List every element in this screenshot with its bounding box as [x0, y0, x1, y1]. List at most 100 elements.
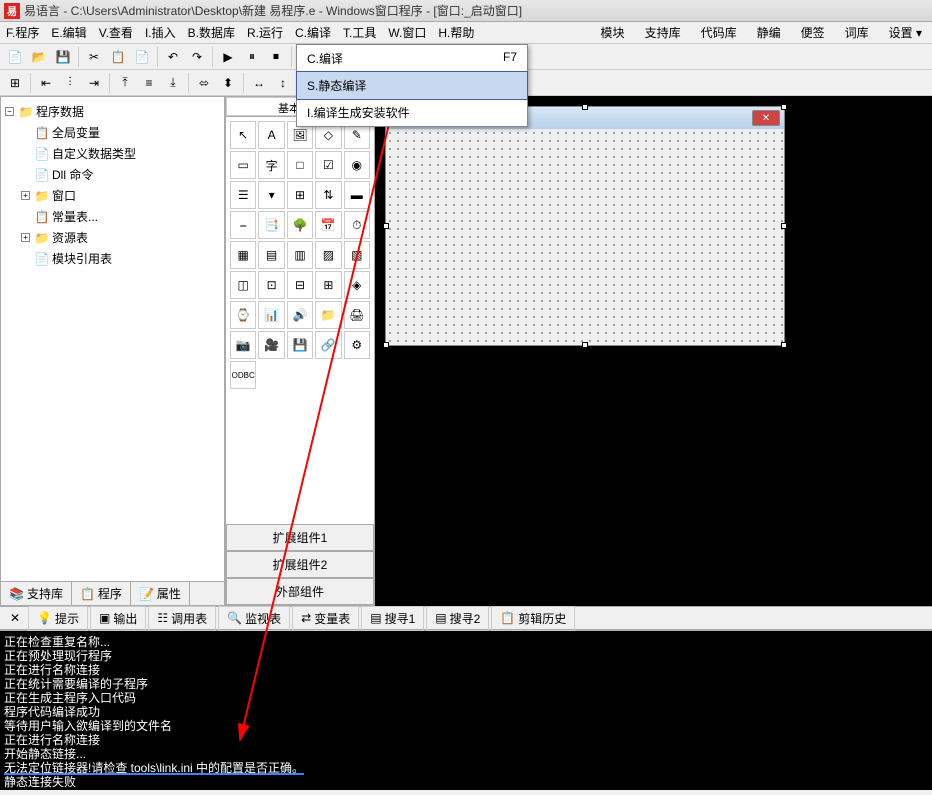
- palette-c3-icon[interactable]: ▥: [287, 241, 313, 269]
- tb-stop-icon[interactable]: ⏹: [265, 46, 287, 68]
- palette-combo-icon[interactable]: ▾: [258, 181, 284, 209]
- tb-run-icon[interactable]: ▶: [217, 46, 239, 68]
- tb-redo-icon[interactable]: ↷: [186, 46, 208, 68]
- palette-c13-icon[interactable]: 🔊: [287, 301, 313, 329]
- palette-c2-icon[interactable]: ▤: [258, 241, 284, 269]
- palette-c6-icon[interactable]: ◫: [230, 271, 256, 299]
- menu-settings[interactable]: 设置 ▾: [879, 21, 932, 44]
- menu-edit[interactable]: E.编辑: [45, 21, 92, 44]
- palette-c9-icon[interactable]: ⊞: [315, 271, 341, 299]
- palette-date-icon[interactable]: 📅: [315, 211, 341, 239]
- menu-compile[interactable]: C.编译: [289, 21, 337, 44]
- tb-open-icon[interactable]: 📂: [28, 46, 50, 68]
- menu-program[interactable]: F.程序: [0, 21, 45, 44]
- palette-radio-icon[interactable]: ◉: [344, 151, 370, 179]
- palette-odbc-icon[interactable]: ODBC: [230, 361, 256, 389]
- btab-output[interactable]: ▣输出: [90, 606, 146, 631]
- palette-pointer-icon[interactable]: ↖: [230, 121, 256, 149]
- tb-space-h-icon[interactable]: ↔: [248, 72, 270, 94]
- palette-c10-icon[interactable]: ◈: [344, 271, 370, 299]
- tb-pause-icon[interactable]: ⏸: [241, 46, 263, 68]
- btab-search1[interactable]: ▤搜寻1: [361, 606, 424, 631]
- tb-new-icon[interactable]: 📄: [4, 46, 26, 68]
- tb-align-top-icon[interactable]: ⤒: [114, 72, 136, 94]
- btab-hint[interactable]: 💡提示: [28, 606, 88, 631]
- tb-undo-icon[interactable]: ↶: [162, 46, 184, 68]
- resize-handle[interactable]: [781, 223, 787, 229]
- menu-support-lib[interactable]: 支持库: [635, 21, 691, 44]
- form-body[interactable]: [386, 129, 784, 345]
- form-close-button[interactable]: ✕: [752, 110, 780, 126]
- close-tab-icon[interactable]: ✕: [4, 608, 26, 628]
- palette-tab-icon[interactable]: 📑: [258, 211, 284, 239]
- palette-progress-icon[interactable]: ▬: [344, 181, 370, 209]
- tree-item[interactable]: 📋常量表...: [5, 206, 220, 227]
- dd-compile[interactable]: C.编译 F7: [297, 45, 527, 72]
- resize-handle[interactable]: [383, 342, 389, 348]
- tb-cut-icon[interactable]: ✂: [83, 46, 105, 68]
- menu-dictionary[interactable]: 词库: [835, 21, 879, 44]
- palette-grid1-icon[interactable]: ⊞: [287, 181, 313, 209]
- btab-calltable[interactable]: ☷调用表: [148, 606, 216, 631]
- tb-grid-icon[interactable]: ⊞: [4, 72, 26, 94]
- tb-space-v-icon[interactable]: ↕: [272, 72, 294, 94]
- tb-paste-icon[interactable]: 📄: [131, 46, 153, 68]
- palette-tab-ext1[interactable]: 扩展组件1: [226, 524, 374, 551]
- tb-size2-icon[interactable]: ⬍: [217, 72, 239, 94]
- palette-slider-icon[interactable]: ⎯: [230, 211, 256, 239]
- resize-handle[interactable]: [781, 342, 787, 348]
- palette-c4-icon[interactable]: ▨: [315, 241, 341, 269]
- resize-handle[interactable]: [582, 104, 588, 110]
- menu-window[interactable]: W.窗口: [382, 21, 432, 44]
- menu-code-lib[interactable]: 代码库: [691, 21, 747, 44]
- resize-handle[interactable]: [383, 223, 389, 229]
- collapse-icon[interactable]: −: [5, 107, 14, 116]
- expand-icon[interactable]: +: [21, 191, 30, 200]
- palette-c12-icon[interactable]: 📊: [258, 301, 284, 329]
- tb-save-icon[interactable]: 💾: [52, 46, 74, 68]
- palette-c16-icon[interactable]: 📷: [230, 331, 256, 359]
- tree-item[interactable]: 📄模块引用表: [5, 248, 220, 269]
- palette-c18-icon[interactable]: 💾: [287, 331, 313, 359]
- palette-check-icon[interactable]: ☑: [315, 151, 341, 179]
- palette-c19-icon[interactable]: 🔗: [315, 331, 341, 359]
- tb-size1-icon[interactable]: ⬄: [193, 72, 215, 94]
- palette-button-icon[interactable]: ▭: [230, 151, 256, 179]
- btab-search2[interactable]: ▤搜寻2: [426, 606, 489, 631]
- menu-notes[interactable]: 便签: [791, 21, 835, 44]
- tree-root[interactable]: − 📁 程序数据: [5, 101, 220, 122]
- tb-align-bottom-icon[interactable]: ⤓: [162, 72, 184, 94]
- form-window[interactable]: ✕: [385, 106, 785, 346]
- menu-static-compile[interactable]: 静编: [747, 21, 791, 44]
- palette-c15-icon[interactable]: 🖨: [344, 301, 370, 329]
- palette-frame-icon[interactable]: □: [287, 151, 313, 179]
- tb-align-center-icon[interactable]: ⫶: [59, 72, 81, 94]
- tree-area[interactable]: − 📁 程序数据 📋全局变量📄自定义数据类型📄Dll 命令+📁窗口📋常量表...…: [1, 97, 224, 581]
- palette-c1-icon[interactable]: ▦: [230, 241, 256, 269]
- tree-item[interactable]: 📄Dll 命令: [5, 164, 220, 185]
- tree-item[interactable]: 📄自定义数据类型: [5, 143, 220, 164]
- menu-view[interactable]: V.查看: [93, 21, 139, 44]
- menu-run[interactable]: R.运行: [241, 21, 289, 44]
- tree-item[interactable]: +📁资源表: [5, 227, 220, 248]
- palette-label-icon[interactable]: A: [258, 121, 284, 149]
- menu-tools[interactable]: T.工具: [337, 21, 382, 44]
- tb-align-left-icon[interactable]: ⇤: [35, 72, 57, 94]
- tab-support-lib[interactable]: 📚支持库: [1, 582, 72, 605]
- tab-properties[interactable]: 📝属性: [131, 582, 190, 605]
- palette-c14-icon[interactable]: 📁: [315, 301, 341, 329]
- palette-c20-icon[interactable]: ⚙: [344, 331, 370, 359]
- menu-insert[interactable]: I.插入: [139, 21, 182, 44]
- tree-item[interactable]: +📁窗口: [5, 185, 220, 206]
- resize-handle[interactable]: [582, 342, 588, 348]
- palette-c17-icon[interactable]: 🎥: [258, 331, 284, 359]
- btab-cliphistory[interactable]: 📋剪辑历史: [491, 606, 575, 631]
- expand-icon[interactable]: +: [21, 233, 30, 242]
- resize-handle[interactable]: [781, 104, 787, 110]
- tb-align-right-icon[interactable]: ⇥: [83, 72, 105, 94]
- palette-text-icon[interactable]: 字: [258, 151, 284, 179]
- palette-c8-icon[interactable]: ⊟: [287, 271, 313, 299]
- palette-scroll-icon[interactable]: ⇅: [315, 181, 341, 209]
- palette-tab-external[interactable]: 外部组件: [226, 578, 374, 605]
- btab-vars[interactable]: ⇄变量表: [292, 606, 359, 631]
